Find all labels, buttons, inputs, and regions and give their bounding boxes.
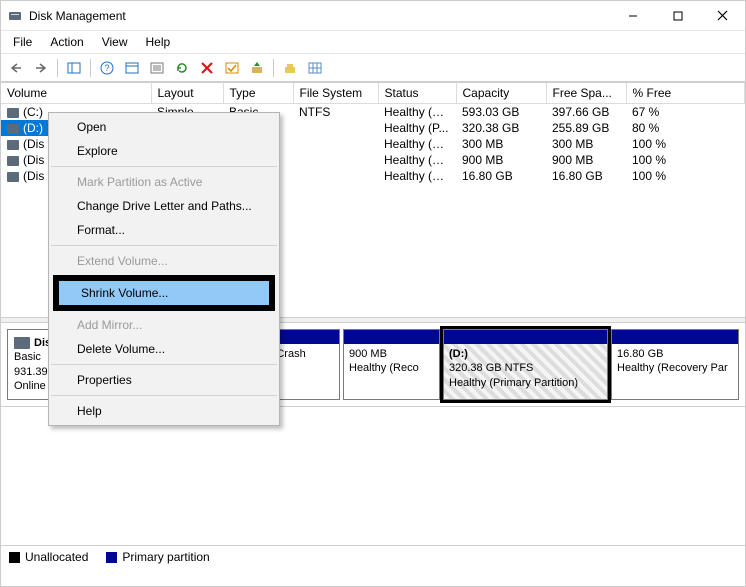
- svg-text:?: ?: [104, 63, 109, 73]
- context-menu-item[interactable]: Delete Volume...: [49, 337, 279, 361]
- context-menu-item[interactable]: Format...: [49, 218, 279, 242]
- context-menu-separator: [51, 166, 277, 167]
- partition-block[interactable]: 16.80 GBHealthy (Recovery Par: [611, 329, 739, 400]
- window-title: Disk Management: [29, 9, 610, 23]
- tool-refresh[interactable]: [171, 57, 193, 79]
- col-filesystem[interactable]: File System: [293, 83, 378, 104]
- tool-list[interactable]: [146, 57, 168, 79]
- toolbar: ?: [1, 54, 745, 82]
- tool-grid[interactable]: [304, 57, 326, 79]
- title-bar: Disk Management: [1, 1, 745, 31]
- menu-file[interactable]: File: [5, 33, 40, 51]
- col-freespace[interactable]: Free Spa...: [546, 83, 626, 104]
- context-menu-item[interactable]: Help: [49, 399, 279, 423]
- legend: Unallocated Primary partition: [1, 545, 745, 568]
- partition-block[interactable]: (D:)320.38 GB NTFSHealthy (Primary Parti…: [443, 329, 608, 400]
- partition-block[interactable]: 900 MBHealthy (Reco: [343, 329, 440, 400]
- context-menu-separator: [51, 364, 277, 365]
- col-layout[interactable]: Layout: [151, 83, 223, 104]
- tool-action-up[interactable]: [246, 57, 268, 79]
- context-menu-item: Extend Volume...: [49, 249, 279, 273]
- minimize-button[interactable]: [610, 1, 655, 30]
- tool-console-tree[interactable]: [63, 57, 85, 79]
- back-button[interactable]: [5, 57, 27, 79]
- context-menu-item[interactable]: Explore: [49, 139, 279, 163]
- context-menu-separator: [51, 245, 277, 246]
- context-menu-item[interactable]: Properties: [49, 368, 279, 392]
- context-menu-item: Add Mirror...: [49, 313, 279, 337]
- col-type[interactable]: Type: [223, 83, 293, 104]
- context-menu-separator: [51, 395, 277, 396]
- context-menu: OpenExplore Mark Partition as ActiveChang…: [48, 112, 280, 426]
- tool-properties[interactable]: [279, 57, 301, 79]
- context-menu-item[interactable]: Open: [49, 115, 279, 139]
- tool-settings[interactable]: [121, 57, 143, 79]
- app-icon: [7, 8, 23, 24]
- col-status[interactable]: Status: [378, 83, 456, 104]
- context-menu-item[interactable]: Change Drive Letter and Paths...: [49, 194, 279, 218]
- context-menu-item-shrink-volume[interactable]: Shrink Volume...: [59, 281, 269, 305]
- menu-help[interactable]: Help: [138, 33, 179, 51]
- close-button[interactable]: [700, 1, 745, 30]
- context-menu-item: Mark Partition as Active: [49, 170, 279, 194]
- menu-action[interactable]: Action: [42, 33, 91, 51]
- col-capacity[interactable]: Capacity: [456, 83, 546, 104]
- maximize-button[interactable]: [655, 1, 700, 30]
- col-volume[interactable]: Volume: [1, 83, 151, 104]
- tool-delete[interactable]: [196, 57, 218, 79]
- tool-check[interactable]: [221, 57, 243, 79]
- legend-primary: Primary partition: [106, 550, 209, 564]
- col-pctfree[interactable]: % Free: [626, 83, 745, 104]
- legend-unallocated: Unallocated: [9, 550, 88, 564]
- menu-bar: File Action View Help: [1, 31, 745, 54]
- tool-help[interactable]: ?: [96, 57, 118, 79]
- column-headers[interactable]: Volume Layout Type File System Status Ca…: [1, 83, 745, 104]
- menu-view[interactable]: View: [94, 33, 136, 51]
- forward-button[interactable]: [30, 57, 52, 79]
